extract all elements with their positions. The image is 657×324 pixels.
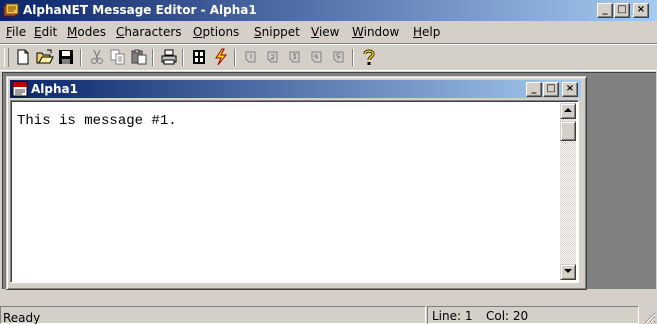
paste-icon[interactable] <box>130 48 148 66</box>
status-col: Col: 20 <box>486 309 529 323</box>
save-disk-icon[interactable] <box>57 48 75 66</box>
toolbar <box>0 43 657 71</box>
menu-options[interactable]: Options <box>193 25 239 39</box>
status-ready-text: Ready <box>3 311 41 324</box>
toolbar-separator <box>352 49 354 66</box>
arrow-down-icon <box>564 269 572 273</box>
message-text[interactable]: This is message #1. <box>17 113 177 129</box>
toolbar-grip[interactable] <box>4 48 9 67</box>
toolbar-separator <box>152 49 154 66</box>
cursor-position-panel: Line: 1 Col: 20 <box>427 306 639 324</box>
snippet-2-icon[interactable] <box>264 48 282 66</box>
cut-icon[interactable] <box>88 48 106 66</box>
menu-window[interactable]: Window <box>352 25 399 39</box>
menu-help[interactable]: Help <box>413 25 440 39</box>
message-editor[interactable]: This is message #1. <box>10 100 579 283</box>
child-maximize-button[interactable]: □ <box>543 82 559 97</box>
status-message-panel: Ready <box>0 306 426 324</box>
vertical-scrollbar[interactable] <box>560 103 576 280</box>
message-document-icon <box>12 81 28 97</box>
send-lightning-icon[interactable] <box>212 48 230 66</box>
menu-view[interactable]: View <box>311 25 339 39</box>
resize-grip-icon[interactable] <box>644 311 656 323</box>
scroll-down-button[interactable] <box>560 264 576 280</box>
scroll-up-button[interactable] <box>560 103 576 119</box>
child-window-title: Alpha1 <box>31 82 78 96</box>
title-bar[interactable]: AlphaNET Message Editor - Alpha1 _ □ × <box>0 0 657 21</box>
arrow-up-icon <box>564 108 572 112</box>
snippet-5-icon[interactable] <box>330 48 348 66</box>
menu-snippet[interactable]: Snippet <box>254 25 300 39</box>
menu-edit[interactable]: Edit <box>34 25 57 39</box>
window-title: AlphaNET Message Editor - Alpha1 <box>23 3 257 17</box>
snippet-1-icon[interactable] <box>242 48 260 66</box>
disconnect-icon[interactable] <box>190 48 208 66</box>
child-close-button[interactable]: × <box>562 82 578 97</box>
menu-file[interactable]: File <box>6 25 26 39</box>
toolbar-separator <box>182 49 184 66</box>
mdi-workspace: Alpha1 _ □ × This is message #1. <box>2 72 656 290</box>
new-document-icon[interactable] <box>14 48 32 66</box>
menu-characters[interactable]: Characters <box>116 25 182 39</box>
toolbar-separator <box>234 49 236 66</box>
snippet-4-icon[interactable] <box>308 48 326 66</box>
child-window: Alpha1 _ □ × This is message #1. <box>6 76 587 290</box>
app-window: AlphaNET Message Editor - Alpha1 _ □ × F… <box>0 0 657 324</box>
open-folder-icon[interactable] <box>36 48 54 66</box>
help-question-icon[interactable] <box>360 48 378 66</box>
menu-bar: File Edit Modes Characters Options Snipp… <box>0 22 657 42</box>
app-icon <box>3 3 19 18</box>
scrollbar-thumb[interactable] <box>560 121 576 141</box>
status-line: Line: 1 <box>432 309 473 323</box>
child-title-bar[interactable]: Alpha1 _ □ × <box>10 80 581 98</box>
menu-modes[interactable]: Modes <box>67 25 106 39</box>
copy-icon[interactable] <box>109 48 127 66</box>
status-bar: Ready Line: 1 Col: 20 <box>0 304 657 324</box>
snippet-3-icon[interactable] <box>286 48 304 66</box>
print-icon[interactable] <box>160 48 178 66</box>
toolbar-separator <box>80 49 82 66</box>
close-button[interactable]: × <box>633 3 649 18</box>
minimize-button[interactable]: _ <box>597 3 613 18</box>
maximize-button[interactable]: □ <box>614 3 630 18</box>
child-minimize-button[interactable]: _ <box>526 82 542 97</box>
